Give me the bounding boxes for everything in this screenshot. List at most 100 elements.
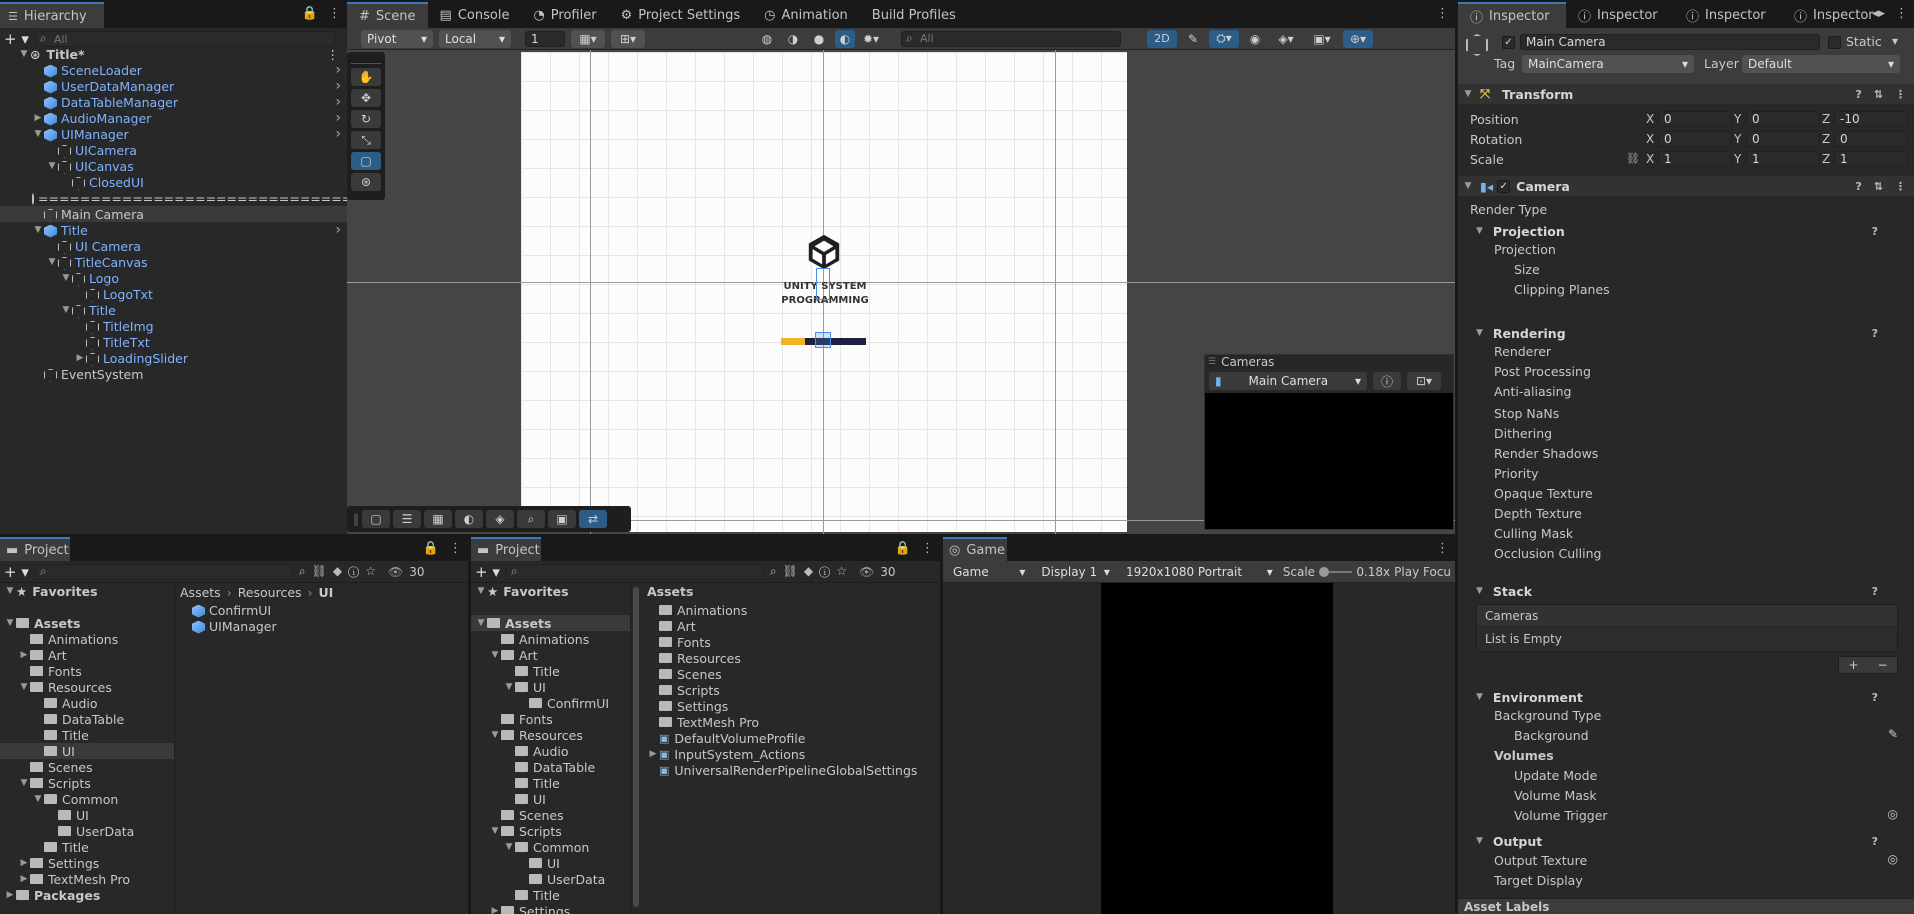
scene-search-input[interactable]: All [901, 30, 1121, 47]
asset-item[interactable]: Settings [647, 698, 917, 714]
gizmos-icon[interactable]: ⊕▾ [1343, 29, 1373, 48]
folder-tree-item[interactable]: Audio [0, 695, 174, 711]
display-dropdown[interactable]: Display 1 ▾ [1035, 562, 1116, 581]
help-icon[interactable]: ? [1872, 225, 1878, 238]
effects-icon[interactable]: ⛭▾ [1209, 29, 1239, 48]
lighting-toggle-icon[interactable]: ✎ [1183, 30, 1203, 48]
expand-arrow-icon[interactable]: ▶ [647, 749, 659, 759]
hierarchy-row[interactable]: ▶ AudioManager › [0, 110, 347, 126]
expand-arrow-icon[interactable]: ▶ [18, 650, 30, 660]
folder-tree-item[interactable]: ▶ TextMesh Pro [0, 871, 174, 887]
asset-item[interactable]: ▶ ▣ InputSystem_Actions [647, 746, 917, 762]
asset-item[interactable]: Fonts [647, 634, 917, 650]
stack-section-header[interactable]: ▼ Stack? [1458, 582, 1914, 600]
chevron-right-icon[interactable]: › [335, 126, 341, 142]
shaded-icon[interactable]: ● [809, 30, 829, 48]
increment-snap-button[interactable]: ⊞▾ [611, 29, 645, 48]
hierarchy-row[interactable]: UICamera [0, 142, 347, 158]
folder-tree-item[interactable]: ▼ Assets [471, 615, 630, 631]
chevron-right-icon[interactable]: › [335, 110, 341, 126]
rect-overlay-icon[interactable]: ▢ [362, 510, 390, 528]
camera-select-dropdown[interactable]: ▮ Main Camera ▾ [1209, 372, 1367, 390]
kebab-menu-icon[interactable]: ⋮ [1436, 541, 1449, 556]
rect-tool-icon[interactable]: ▢ [351, 152, 381, 170]
help-icon[interactable]: ? [1872, 691, 1878, 704]
expand-arrow-icon[interactable]: ▼ [18, 682, 30, 692]
position-x-field[interactable]: 0 [1658, 111, 1732, 127]
help-icon[interactable]: ? [1872, 327, 1878, 340]
pivot-dropdown[interactable]: Pivot ▾ [361, 29, 433, 48]
transform-tool-icon[interactable]: ⊛ [351, 173, 381, 191]
rotation-x-field[interactable]: 0 [1658, 131, 1732, 147]
camera-overlay-icon[interactable]: ▣ [548, 510, 576, 528]
tag-dropdown[interactable]: MainCamera ▾ [1522, 55, 1694, 73]
position-y-field[interactable]: 0 [1746, 111, 1820, 127]
project-right-breadcrumb[interactable]: Assets [647, 584, 693, 599]
unlit-icon[interactable]: ◐ [835, 29, 855, 48]
asset-item[interactable]: Scripts [647, 682, 917, 698]
folder-tree-item[interactable]: ▶ Packages [0, 887, 174, 903]
tab-project-left[interactable]: ▬ Project [0, 537, 70, 561]
folder-tree-item[interactable]: ▼ Art [471, 647, 630, 663]
expand-arrow-icon[interactable]: ▼ [475, 586, 487, 596]
remove-icon[interactable]: − [1877, 658, 1887, 672]
hierarchy-row[interactable]: ClosedUI [0, 174, 347, 190]
rotation-z-field[interactable]: 0 [1834, 131, 1908, 147]
asset-item[interactable]: ConfirmUI [192, 602, 277, 618]
env-section-header[interactable]: ▼ Environment? [1458, 688, 1914, 706]
folder-tree-item[interactable]: ▶ Art [0, 647, 174, 663]
hierarchy-row[interactable]: ▼ ⊛ Title* ⋮ [0, 46, 347, 62]
info-icon[interactable]: ⓘ [1373, 372, 1401, 390]
expand-arrow-icon[interactable]: ▼ [4, 586, 16, 596]
tab-inspector-4[interactable]: ⓘ Inspector [1782, 2, 1874, 28]
folder-tree-item[interactable]: ▼ Resources [0, 679, 174, 695]
tab-scene[interactable]: # Scene [347, 2, 428, 28]
folder-tree-item[interactable]: Scenes [471, 807, 630, 823]
hierarchy-row[interactable]: DataTableManager › [0, 94, 347, 110]
help-icon[interactable]: ? [1855, 88, 1861, 101]
asset-item[interactable]: ▣ UniversalRenderPipelineGlobalSettings [647, 762, 917, 778]
hierarchy-row[interactable]: ▼ Title › [0, 222, 347, 238]
help-icon[interactable]: ? [1855, 180, 1861, 193]
hierarchy-row[interactable]: ▼ UIManager › [0, 126, 347, 142]
grid-snap-button[interactable]: ▦▾ [571, 29, 605, 48]
rect-handle[interactable] [816, 268, 830, 300]
rendering-section-header[interactable]: ▼ Rendering? [1458, 324, 1914, 342]
scale-y-field[interactable]: 1 [1746, 151, 1820, 167]
circle-overlay-icon[interactable]: ◐ [455, 510, 483, 528]
folder-tree-item[interactable]: ▼ Resources [471, 727, 630, 743]
add-icon[interactable]: + ▾ [475, 563, 500, 581]
kebab-menu-icon[interactable]: ⋮ [1895, 88, 1906, 101]
folder-tree-item[interactable]: ▼ Scripts [471, 823, 630, 839]
camera-settings-icon[interactable]: ▣▾ [1307, 30, 1337, 48]
expand-arrow-icon[interactable]: ▼ [46, 257, 58, 267]
shaded-wire-icon[interactable]: ◑ [783, 30, 803, 48]
asset-item[interactable]: Scenes [647, 666, 917, 682]
folder-tree-item[interactable]: ▼ Common [0, 791, 174, 807]
asset-item[interactable]: TextMesh Pro [647, 714, 917, 730]
visibility-icon[interactable]: ◉ [1245, 30, 1265, 48]
expand-arrow-icon[interactable]: ▼ [503, 682, 515, 692]
folder-tree-item[interactable]: DataTable [0, 711, 174, 727]
rotation-y-field[interactable]: 0 [1746, 131, 1820, 147]
scale-x-field[interactable]: 1 [1658, 151, 1732, 167]
expand-arrow-icon[interactable]: ▼ [475, 618, 487, 628]
hierarchy-row[interactable]: LogoTxt [0, 286, 347, 302]
folder-tree-item[interactable]: ▶ Settings [471, 903, 630, 914]
slider-handle[interactable] [815, 332, 831, 348]
project-right-search-input[interactable] [505, 563, 764, 580]
folder-tree-item[interactable]: DataTable [471, 759, 630, 775]
link-icon[interactable]: ⛓ [1626, 152, 1640, 165]
tab-profiler[interactable]: ◔ Profiler [521, 2, 608, 28]
hierarchy-row[interactable]: EventSystem [0, 366, 347, 382]
project-left-search-input[interactable] [34, 563, 293, 580]
debug-draw-icon[interactable]: ✹▾ [861, 30, 881, 48]
folder-tree-item[interactable]: Animations [0, 631, 174, 647]
expand-arrow-icon[interactable]: ▼ [32, 129, 44, 139]
wireframe-icon[interactable]: ◍ [757, 30, 777, 48]
expand-arrow-icon[interactable]: ▼ [489, 826, 501, 836]
expand-arrow-icon[interactable]: ▼ [32, 225, 44, 235]
expand-arrow-icon[interactable]: ▼ [489, 650, 501, 660]
chevron-down-icon[interactable]: ▾ [1892, 34, 1898, 48]
tab-animation[interactable]: ◷ Animation [752, 2, 860, 28]
